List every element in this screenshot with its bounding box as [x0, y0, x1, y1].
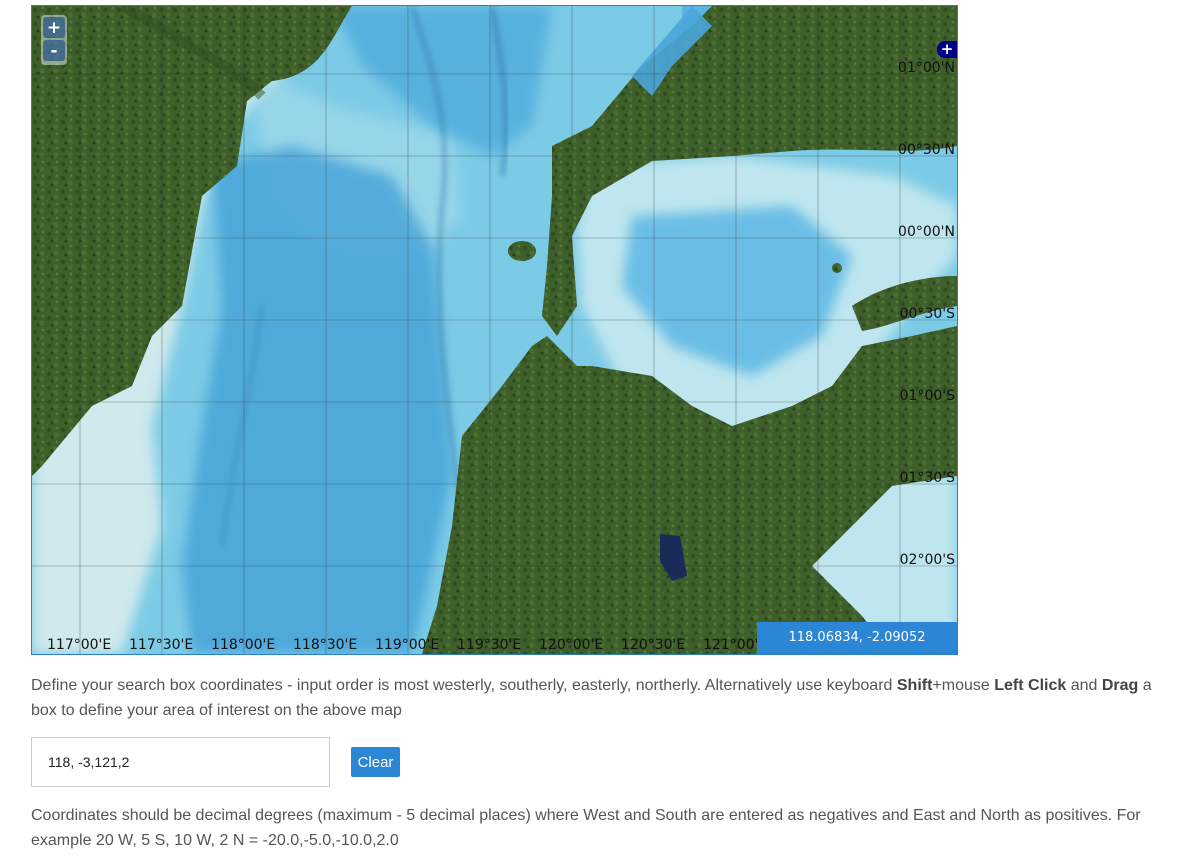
lat-label: 00°30'N [898, 142, 955, 158]
clear-button[interactable]: Clear [351, 747, 400, 777]
mouse-position-readout: 118.06834, -2.09052 [757, 622, 957, 654]
lat-label: 02°00'S [899, 552, 955, 568]
coordinates-help-note: Coordinates should be decimal degrees (m… [31, 807, 1141, 849]
map-viewer[interactable]: + - + 01°00'N 00°30'N 00°00'N 00°30'S 01… [31, 5, 958, 655]
lat-label: 00°00'N [898, 224, 955, 240]
zoom-out-button[interactable]: - [43, 40, 65, 61]
lon-label: 119°30'E [457, 637, 522, 653]
lat-label: 01°00'N [898, 60, 955, 76]
zoom-control: + - [41, 15, 67, 65]
map-terrain[interactable] [32, 6, 957, 654]
drag-label: Drag [1101, 677, 1139, 694]
shift-key-label: Shift [896, 677, 933, 694]
lon-label: 121°00' [703, 637, 759, 653]
lon-label: 118°30'E [293, 637, 358, 653]
left-click-label: Left Click [994, 677, 1067, 694]
lon-label: 118°00'E [211, 637, 276, 653]
lat-label: 01°30'S [899, 470, 955, 486]
zoom-in-button[interactable]: + [43, 17, 65, 38]
instructions-text: Define your search box coordinates - inp… [31, 677, 897, 694]
search-box-coordinates-input[interactable] [31, 737, 330, 787]
lon-label: 119°00'E [375, 637, 440, 653]
lon-label: 120°30'E [621, 637, 686, 653]
lat-label: 01°00'S [899, 388, 955, 404]
lon-label: 117°30'E [129, 637, 194, 653]
lon-label: 117°00'E [47, 637, 112, 653]
search-instructions: Define your search box coordinates - inp… [31, 673, 1171, 723]
instructions-text: and [1066, 677, 1102, 694]
layer-switcher-plus-icon[interactable]: + [937, 41, 957, 58]
lat-label: 00°30'S [899, 306, 955, 322]
instructions-text: +mouse [932, 677, 995, 694]
lon-label: 120°00'E [539, 637, 604, 653]
